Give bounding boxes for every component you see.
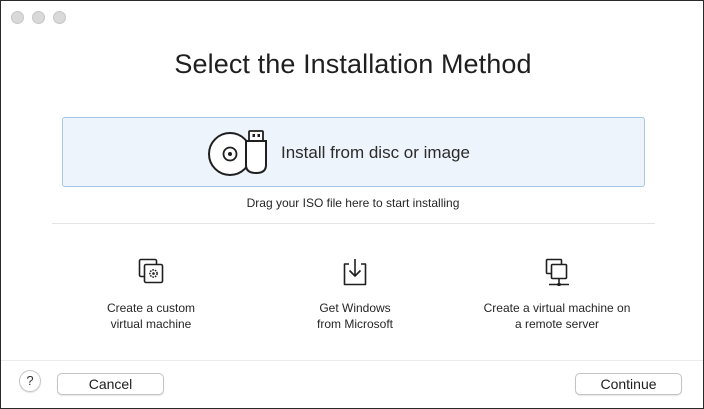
- minimize-window-button[interactable]: [32, 11, 45, 24]
- custom-vm-icon: [138, 258, 164, 284]
- divider: [52, 223, 655, 224]
- cancel-button[interactable]: Cancel: [57, 373, 164, 395]
- remote-vm-option[interactable]: Create a virtual machine on a remote ser…: [471, 256, 643, 332]
- download-icon: [343, 259, 367, 286]
- continue-button[interactable]: Continue: [575, 373, 682, 395]
- footer-divider: [1, 360, 703, 361]
- close-window-button[interactable]: [11, 11, 24, 24]
- disc-usb-icon: [208, 130, 267, 176]
- remote-vm-label: Create a virtual machine on a remote ser…: [483, 301, 631, 331]
- create-custom-vm-option[interactable]: Create a custom virtual machine: [91, 256, 211, 332]
- installation-dialog: Select the Installation Method Install f…: [0, 0, 704, 409]
- drag-iso-hint: Drag your ISO file here to start install…: [246, 196, 460, 210]
- get-windows-option[interactable]: Get Windows from Microsoft: [297, 256, 413, 332]
- help-button[interactable]: ?: [19, 370, 41, 392]
- dropzone-label: Install from disc or image: [281, 143, 470, 162]
- zoom-window-button[interactable]: [53, 11, 66, 24]
- get-windows-label: Get Windows from Microsoft: [316, 301, 393, 331]
- remote-server-icon: [545, 258, 569, 286]
- create-custom-vm-label: Create a custom virtual machine: [106, 301, 196, 331]
- page-title: Select the Installation Method: [174, 49, 532, 79]
- install-from-disc-dropzone[interactable]: Install from disc or image: [62, 117, 645, 187]
- window-controls: [11, 11, 66, 24]
